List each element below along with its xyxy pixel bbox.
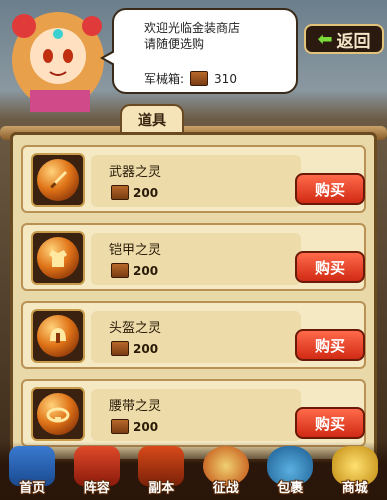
nav-label: 副本 — [148, 481, 175, 496]
box-count: 310 — [214, 71, 237, 86]
nav-bag[interactable]: 包裹 — [260, 444, 320, 500]
back-label: 返回 — [336, 31, 371, 52]
item-price: 200 — [111, 263, 158, 278]
list-item: 腰带之灵 200 购买 — [21, 379, 366, 447]
list-item: 头盔之灵 200 购买 — [21, 301, 366, 369]
item-list-panel[interactable]: 武器之灵 200 购买 铠甲之灵 200 购买 头盔之灵 200 购买 腰带之灵… — [10, 132, 377, 462]
item-icon-frame — [31, 153, 85, 207]
arrow-left-icon: ⬅ — [317, 28, 333, 50]
item-price: 200 — [111, 341, 158, 356]
item-icon-frame — [31, 309, 85, 363]
item-name: 腰带之灵 — [109, 399, 162, 414]
buy-button[interactable]: 购买 — [295, 173, 365, 205]
chest-icon — [111, 263, 129, 278]
shop-screen: 欢迎光临金装商店 请随便选购 军械箱: 310 ⬅ 返回 道具 武器之灵 200 — [0, 0, 387, 500]
speech-bubble: 欢迎光临金装商店 请随便选购 军械箱: 310 — [100, 8, 298, 94]
tab-items[interactable]: 道具 — [120, 104, 184, 134]
bottom-nav: 首页 阵容 副本 征战 包裹 商城 — [0, 442, 387, 500]
buy-button[interactable]: 购买 — [295, 329, 365, 361]
nav-dungeon[interactable]: 副本 — [131, 444, 191, 500]
nav-shop[interactable]: 商城 — [325, 444, 385, 500]
chest-icon — [111, 341, 129, 356]
nav-label: 阵容 — [83, 481, 110, 496]
nav-label: 包裹 — [277, 481, 304, 496]
back-button[interactable]: ⬅ 返回 — [304, 24, 384, 54]
chest-icon — [190, 71, 209, 86]
item-name: 武器之灵 — [109, 165, 162, 180]
header: 欢迎光临金装商店 请随便选购 军械箱: 310 ⬅ 返回 — [0, 0, 387, 112]
buy-button[interactable]: 购买 — [295, 251, 365, 283]
nav-label: 商城 — [341, 481, 368, 496]
belt-icon — [37, 393, 79, 435]
helmet-icon — [37, 315, 79, 357]
chest-icon — [111, 185, 129, 200]
item-info: 铠甲之灵 200 — [91, 233, 301, 285]
greeting-text: 欢迎光临金装商店 请随便选购 — [144, 21, 241, 51]
item-info: 武器之灵 200 — [91, 155, 301, 207]
item-icon-frame — [31, 231, 85, 285]
arms-box-count: 军械箱: 310 — [144, 70, 237, 87]
armor-icon — [37, 237, 79, 279]
nav-label: 首页 — [19, 481, 46, 496]
item-price: 200 — [111, 185, 158, 200]
item-price: 200 — [111, 419, 158, 434]
box-label: 军械箱: — [144, 72, 185, 86]
chest-icon — [111, 419, 129, 434]
item-info: 腰带之灵 200 — [91, 389, 301, 441]
item-name: 铠甲之灵 — [109, 243, 162, 258]
item-name: 头盔之灵 — [109, 321, 162, 336]
sword-icon — [37, 159, 79, 201]
nav-home[interactable]: 首页 — [2, 444, 62, 500]
list-item: 铠甲之灵 200 购买 — [21, 223, 366, 291]
item-info: 头盔之灵 200 — [91, 311, 301, 363]
nav-formation[interactable]: 阵容 — [67, 444, 127, 500]
buy-button[interactable]: 购买 — [295, 407, 365, 439]
nav-label: 征战 — [212, 481, 239, 496]
list-item: 武器之灵 200 购买 — [21, 145, 366, 213]
nav-battle[interactable]: 征战 — [196, 444, 256, 500]
item-icon-frame — [31, 387, 85, 441]
